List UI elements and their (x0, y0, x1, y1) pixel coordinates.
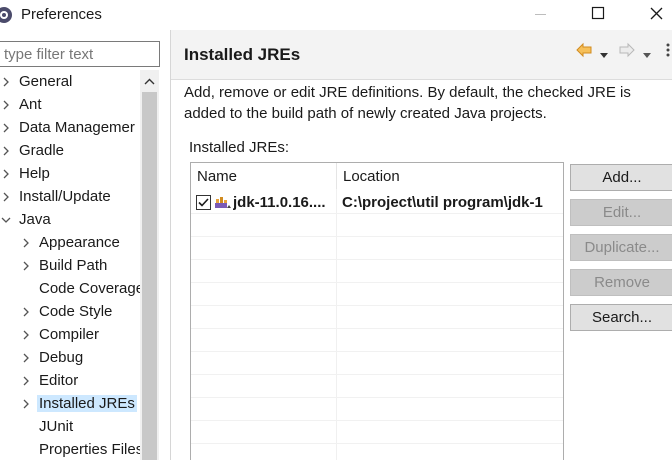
title-bar: Preferences (0, 0, 672, 30)
forward-dropdown-icon[interactable] (642, 47, 652, 58)
page-description: Add, remove or edit JRE definitions. By … (184, 84, 631, 122)
sidebar-item-java[interactable]: Java (0, 209, 140, 232)
row-divider (191, 213, 563, 214)
sidebar-item-label: Compiler (39, 326, 100, 343)
chevron-down-icon[interactable] (1, 214, 11, 226)
chevron-right-icon[interactable] (21, 352, 31, 364)
sidebar-item-label: Help (19, 165, 50, 182)
chevron-right-icon[interactable] (21, 329, 31, 341)
column-header-location[interactable]: Location (336, 163, 563, 189)
sidebar-item-gradle[interactable]: Gradle (0, 140, 140, 163)
forward-arrow-icon[interactable] (618, 41, 636, 59)
minimize-button[interactable] (516, 0, 562, 30)
chevron-right-icon[interactable] (21, 260, 31, 272)
jre-name-cell[interactable]: jdk-11.0.16.... (233, 194, 333, 211)
jre-table[interactable]: Name Location jdk-11.0.16.... C:\project… (190, 162, 564, 460)
row-divider (191, 443, 563, 444)
maximize-icon (591, 6, 605, 20)
maximize-button[interactable] (574, 0, 620, 30)
sidebar-item-editor[interactable]: Editor (0, 370, 140, 393)
preferences-tree: General Ant Data Managemer Gradle Help Instal… (0, 70, 140, 460)
edit-button[interactable]: Edit... (570, 199, 672, 226)
sidebar-item-data-managemer[interactable]: Data Managemer (0, 117, 140, 140)
pane-divider[interactable] (170, 30, 171, 460)
sidebar-item-build-path[interactable]: Build Path (0, 255, 140, 278)
row-divider (191, 282, 563, 283)
close-button[interactable] (632, 0, 672, 30)
back-dropdown-icon[interactable] (599, 47, 609, 58)
page-title: Installed JREs (184, 45, 301, 64)
search-button[interactable]: Search... (570, 304, 672, 331)
row-divider (191, 397, 563, 398)
window-title: Preferences (21, 6, 102, 23)
row-divider (191, 351, 563, 352)
row-divider (191, 374, 563, 375)
filter-input[interactable] (0, 41, 160, 67)
chevron-right-icon[interactable] (21, 375, 31, 387)
sidebar-item-install-update[interactable]: Install/Update (0, 186, 140, 209)
chevron-right-icon[interactable] (21, 398, 31, 410)
remove-button[interactable]: Remove (570, 269, 672, 296)
sidebar-item-label: Properties Files (39, 441, 140, 458)
scroll-up-button[interactable] (140, 70, 159, 92)
chevron-right-icon[interactable] (1, 168, 11, 180)
chevron-right-icon[interactable] (21, 306, 31, 318)
sidebar-item-label: Appearance (39, 234, 120, 251)
sidebar-item-installed-jres[interactable]: Installed JREs (0, 393, 140, 416)
sidebar-item-appearance[interactable]: Appearance (0, 232, 140, 255)
sidebar-item-label: Gradle (19, 142, 65, 159)
chevron-right-icon[interactable] (1, 122, 11, 134)
sidebar-item-code-coverage[interactable]: Code Coverage (0, 278, 140, 301)
chevron-up-icon (144, 78, 155, 85)
sidebar-item-ant[interactable]: Ant (0, 94, 140, 117)
chevron-right-icon[interactable] (1, 145, 11, 157)
sidebar-item-label: Debug (39, 349, 84, 366)
row-divider (191, 328, 563, 329)
sidebar-item-help[interactable]: Help (0, 163, 140, 186)
chevron-right-icon[interactable] (1, 99, 11, 111)
row-divider (191, 236, 563, 237)
sidebar-item-label: Install/Update (19, 188, 111, 205)
sidebar-item-label: Data Managemer (19, 119, 135, 136)
scrollbar-thumb[interactable] (142, 92, 157, 460)
sidebar-item-label: Build Path (39, 257, 108, 274)
eclipse-gear-icon (0, 5, 14, 25)
chevron-right-icon[interactable] (1, 191, 11, 203)
row-divider (191, 259, 563, 260)
table-label: Installed JREs: (189, 139, 290, 156)
sidebar-item-compiler[interactable]: Compiler (0, 324, 140, 347)
sidebar-item-debug[interactable]: Debug (0, 347, 140, 370)
sidebar-item-label: Code Coverage (39, 280, 140, 297)
sidebar-item-general[interactable]: General (0, 71, 140, 94)
back-arrow-icon[interactable] (575, 41, 593, 59)
sidebar-item-label: Java (19, 211, 51, 228)
chevron-right-icon[interactable] (1, 76, 11, 88)
page-header: Installed JREs (171, 30, 672, 80)
sidebar-item-junit[interactable]: JUnit (0, 416, 140, 439)
sidebar-item-label: Editor (39, 372, 79, 389)
jre-location-cell[interactable]: C:\project\util program\jdk-1 (342, 194, 563, 211)
close-icon (650, 7, 663, 20)
sidebar-item-code-style[interactable]: Code Style (0, 301, 140, 324)
view-menu-icon[interactable] (665, 43, 671, 59)
sidebar-item-label: JUnit (39, 418, 74, 435)
column-header-name[interactable]: Name (191, 163, 336, 189)
sidebar-item-label: Installed JREs (37, 395, 137, 412)
sidebar-item-label: General (19, 73, 73, 90)
sidebar-item-properties-files[interactable]: Properties Files (0, 439, 140, 460)
add-button[interactable]: Add... (570, 164, 672, 191)
row-divider (191, 305, 563, 306)
tree-scrollbar[interactable] (140, 70, 159, 460)
jre-default-checkbox[interactable] (196, 195, 211, 210)
duplicate-button[interactable]: Duplicate... (570, 234, 672, 261)
sidebar-item-label: Code Style (39, 303, 113, 320)
checkmark-icon (198, 198, 209, 207)
minimize-icon (535, 14, 546, 15)
jre-library-icon (214, 194, 232, 210)
chevron-right-icon[interactable] (21, 237, 31, 249)
sidebar-item-label: Ant (19, 96, 42, 113)
row-divider (191, 420, 563, 421)
